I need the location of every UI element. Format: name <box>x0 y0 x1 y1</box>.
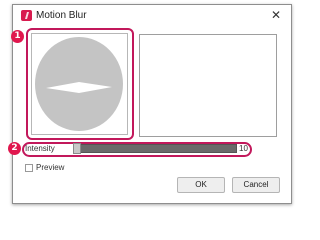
intensity-slider-track[interactable] <box>73 144 237 153</box>
app-logo-icon <box>21 10 32 21</box>
callout-badge-1: 1 <box>11 30 24 43</box>
preview-checkbox[interactable] <box>25 164 33 172</box>
app-logo-glyph <box>25 12 29 19</box>
intensity-value: 10 <box>239 144 248 153</box>
ok-button[interactable]: OK <box>177 177 225 193</box>
window-title: Motion Blur <box>36 10 87 21</box>
close-icon[interactable]: ✕ <box>269 8 283 22</box>
preview-highlight <box>26 28 134 140</box>
callout-badge-2: 2 <box>8 142 21 155</box>
cancel-button[interactable]: Cancel <box>232 177 280 193</box>
intensity-slider-thumb[interactable] <box>73 143 81 154</box>
result-preview-pane <box>139 34 277 137</box>
preview-checkbox-label[interactable]: Preview <box>36 163 64 173</box>
title-bar: Motion Blur ✕ <box>13 5 291 27</box>
intensity-label: Intensity <box>25 144 55 153</box>
